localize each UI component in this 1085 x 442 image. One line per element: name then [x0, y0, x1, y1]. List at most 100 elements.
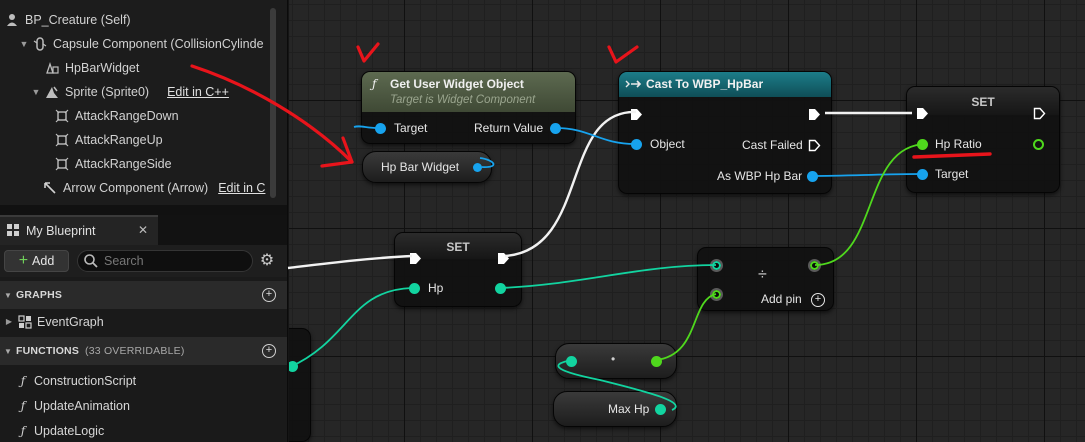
add-function-icon[interactable]: +	[262, 344, 276, 358]
components-scrollbar[interactable]	[270, 8, 276, 198]
return-value-pin-label: Return Value	[474, 121, 544, 135]
hp-bar-widget-label: Hp Bar Widget	[381, 160, 460, 174]
sprite-icon	[44, 84, 60, 100]
event-graph-icon	[18, 314, 32, 329]
search-input[interactable]	[104, 253, 244, 269]
collapse-arrow-icon: ▼	[3, 290, 13, 300]
cast-icon	[625, 78, 643, 93]
cast-failed-pin-label: Cast Failed	[742, 138, 803, 152]
exec-input-pin[interactable]	[409, 252, 422, 265]
function-item-label: UpdateAnimation	[34, 398, 130, 413]
exec-input-pin[interactable]	[916, 107, 929, 120]
event-graph-label: EventGraph	[37, 314, 104, 329]
target-input-pin[interactable]	[375, 123, 386, 134]
target-pin-label: Target	[394, 121, 428, 135]
component-capsule[interactable]: ▼ Capsule Component (CollisionCylinde	[18, 32, 286, 56]
expand-arrow-icon[interactable]: ▶	[2, 317, 16, 326]
object-input-pin[interactable]	[631, 139, 642, 150]
component-root[interactable]: BP_Creature (Self)	[4, 8, 272, 32]
node-title: Get User Widget Object	[390, 77, 524, 91]
conversion-input-pin[interactable]	[566, 356, 577, 367]
function-item[interactable]: ƒ UpdateLogic	[0, 418, 287, 442]
tab-my-blueprint[interactable]: My Blueprint ✕	[0, 215, 158, 245]
cast-to-wbp-hpbar-node[interactable]: Cast To WBP_HpBar Object Cast Failed As …	[618, 71, 832, 194]
collapse-arrow-icon: ▼	[3, 346, 13, 356]
plus-icon: +	[18, 252, 29, 269]
component-sprite[interactable]: ▼ Sprite (Sprite0) Edit in C++	[30, 80, 287, 104]
box-collision-icon	[54, 156, 70, 172]
component-hp-widget-label: HpBarWidget	[65, 61, 140, 75]
functions-header-label: FUNCTIONS	[16, 345, 80, 357]
exec-output-pin[interactable]	[808, 108, 821, 121]
component-arrow[interactable]: Arrow Component (Arrow) Edit in C	[42, 176, 287, 200]
functions-section-header[interactable]: ▼ FUNCTIONS (33 OVERRIDABLE) +	[0, 337, 287, 365]
node-title: Cast To WBP_HpBar	[646, 77, 764, 91]
result-output-pin[interactable]	[808, 259, 821, 272]
add-graph-icon[interactable]: +	[262, 288, 276, 302]
divide-icon: ÷	[758, 266, 767, 283]
max-hp-label: Max Hp	[608, 402, 650, 416]
arrow-component-icon	[42, 180, 58, 196]
component-range-down-label: AttackRangeDown	[75, 109, 179, 123]
component-capsule-label: Capsule Component (CollisionCylinde	[53, 37, 264, 51]
set-hp-ratio-node[interactable]: SET Hp Ratio Target	[906, 86, 1060, 193]
hp-input-pin[interactable]	[409, 283, 420, 294]
hp-pin-label: Hp	[428, 281, 444, 295]
exec-output-pin[interactable]	[1033, 107, 1046, 120]
conversion-node[interactable]: •	[555, 343, 677, 379]
component-range-down[interactable]: AttackRangeDown	[54, 104, 287, 128]
add-pin-icon[interactable]: +	[811, 293, 825, 307]
hp-bar-widget-output-pin[interactable]	[473, 163, 482, 172]
divisor-input-pin[interactable]	[710, 288, 723, 301]
divide-node[interactable]: ÷ Add pin +	[697, 247, 834, 311]
components-panel: BP_Creature (Self) ▼ Capsule Component (…	[0, 0, 287, 206]
component-range-up[interactable]: AttackRangeUp	[54, 128, 287, 152]
arrow-edit-link[interactable]: Edit in C	[218, 181, 265, 195]
sprite-edit-link[interactable]: Edit in C++	[167, 85, 229, 99]
panel-divider[interactable]	[0, 205, 287, 215]
hp-ratio-pin-label: Hp Ratio	[935, 137, 982, 151]
box-collision-icon	[54, 108, 70, 124]
function-icon: ƒ	[20, 398, 26, 413]
expand-arrow-icon[interactable]: ▼	[30, 87, 42, 97]
hp-ratio-output-pin[interactable]	[1033, 139, 1044, 150]
function-item[interactable]: ƒ ConstructionScript	[0, 368, 287, 393]
conversion-output-pin[interactable]	[651, 356, 662, 367]
offscreen-node[interactable]	[289, 328, 311, 442]
cast-failed-exec-pin[interactable]	[808, 139, 821, 152]
construction-function-icon: ƒ	[20, 373, 26, 388]
search-box[interactable]	[77, 250, 253, 272]
target-input-pin[interactable]	[917, 169, 928, 180]
max-hp-getter-node[interactable]: Max Hp	[553, 391, 677, 427]
hp-output-pin[interactable]	[495, 283, 506, 294]
set-hp-node[interactable]: SET Hp	[394, 232, 522, 307]
event-graph-item[interactable]: ▶ EventGraph	[0, 309, 287, 334]
conversion-dot-icon: •	[611, 352, 616, 366]
function-item[interactable]: ƒ UpdateAnimation	[0, 393, 287, 418]
function-item-label: UpdateLogic	[34, 423, 105, 438]
gear-icon[interactable]: ⚙	[258, 252, 276, 270]
function-icon: ƒ	[20, 423, 26, 438]
exec-input-pin[interactable]	[630, 108, 643, 121]
add-pin-label[interactable]: Add pin	[761, 292, 802, 306]
as-wbp-hp-bar-output-pin[interactable]	[807, 171, 818, 182]
return-value-output-pin[interactable]	[550, 123, 561, 134]
max-hp-output-pin[interactable]	[655, 404, 666, 415]
hp-ratio-input-pin[interactable]	[917, 139, 928, 150]
blueprint-tab-icon	[6, 223, 20, 240]
function-icon: ƒ	[372, 77, 377, 91]
component-hp-widget[interactable]: HpBarWidget	[44, 56, 287, 80]
expand-arrow-icon[interactable]: ▼	[18, 39, 30, 49]
close-icon[interactable]: ✕	[138, 223, 148, 237]
hp-bar-widget-getter-node[interactable]: Hp Bar Widget	[362, 151, 492, 183]
get-user-widget-object-node[interactable]: ƒ Get User Widget Object Target is Widge…	[361, 71, 576, 144]
add-button[interactable]: + Add	[4, 250, 69, 272]
function-item-label: ConstructionScript	[34, 373, 137, 388]
event-graph-canvas[interactable]: ƒ Get User Widget Object Target is Widge…	[289, 0, 1085, 442]
dividend-input-pin[interactable]	[710, 259, 723, 272]
component-range-up-label: AttackRangeUp	[75, 133, 163, 147]
component-range-side[interactable]: AttackRangeSide	[54, 152, 287, 176]
graphs-header-label: GRAPHS	[16, 289, 63, 301]
exec-output-pin[interactable]	[497, 252, 510, 265]
graphs-section-header[interactable]: ▼ GRAPHS +	[0, 281, 287, 309]
